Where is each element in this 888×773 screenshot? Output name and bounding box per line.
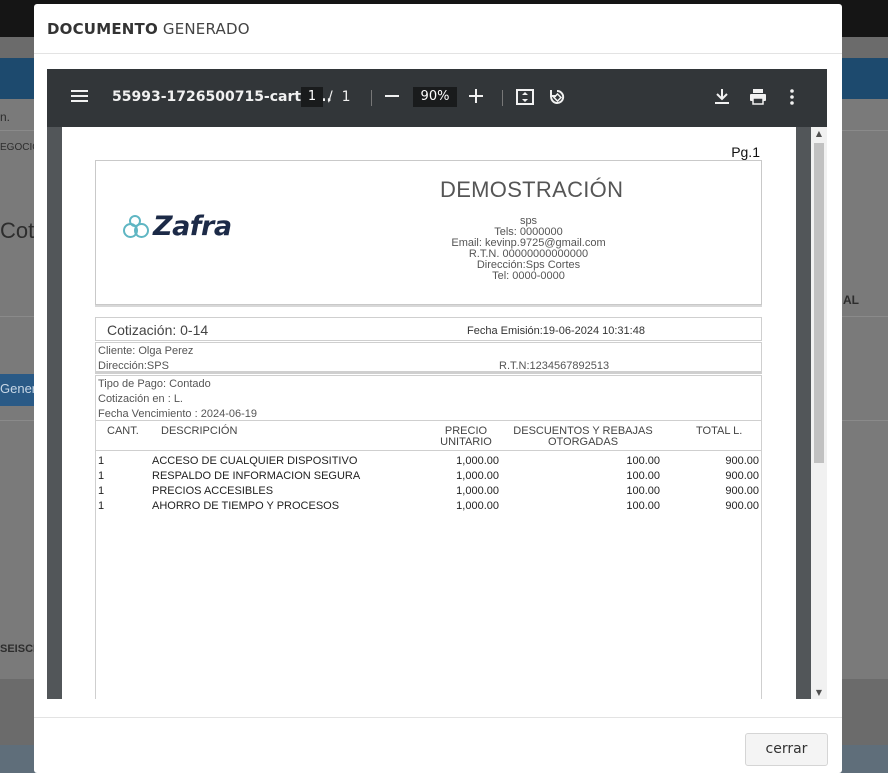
print-icon[interactable] [749, 88, 767, 111]
company-info: sps Tels: 0000000 Email: kevinp.9725@gma… [386, 216, 671, 282]
client-name: Cliente: Olga Perez [98, 345, 194, 357]
client-address: Dirección:SPS [98, 360, 169, 372]
quote-title-box: Cotización: 0-14 Fecha Emisión:19-06-202… [95, 317, 762, 341]
emission-date: Fecha Emisión:19-06-2024 10:31:48 [467, 325, 645, 337]
quote-number: Cotización: 0-14 [107, 322, 209, 338]
column-qty: CANT. [107, 425, 139, 437]
pdf-toolbar: 55993-1726500715-carta.... 1 / 1 90% [47, 69, 827, 127]
column-unit-price: PRECIO UNITARIO [440, 425, 492, 448]
logo-text: Zafra [153, 211, 232, 242]
download-icon[interactable] [714, 88, 730, 111]
company-name: DEMOSTRACIÓN [440, 177, 624, 202]
page-separator: / [328, 89, 333, 105]
logo-rings-icon [123, 214, 151, 240]
rotate-icon[interactable] [548, 88, 566, 111]
company-logo: Zafra [123, 211, 232, 242]
page-total-value: 1 [341, 89, 351, 105]
close-button[interactable]: cerrar [745, 733, 828, 766]
modal-footer: cerrar [34, 717, 842, 773]
page-label: Pg.1 [731, 144, 760, 160]
quote-currency: Cotización en : L. [98, 393, 183, 405]
zoom-level[interactable]: 90% [413, 87, 457, 107]
scroll-down-icon[interactable]: ▼ [811, 688, 827, 697]
client-box: Cliente: Olga Perez Dirección:SPS R.T.N:… [95, 342, 762, 374]
toolbar-divider [502, 90, 503, 106]
background-text: n. [0, 110, 11, 124]
zoom-out-icon[interactable] [385, 88, 399, 109]
company-header-box: Zafra DEMOSTRACIÓN sps Tels: 0000000 Ema… [95, 160, 762, 305]
client-rtn: R.T.N:1234567892513 [499, 360, 610, 372]
zoom-in-icon[interactable] [469, 88, 483, 109]
toolbar-divider [371, 90, 372, 106]
items-table: CANT. DESCRIPCIÓN PRECIO UNITARIO DESCUEN… [95, 421, 762, 699]
page-total: / 1 [328, 89, 351, 105]
modal-title: DOCUMENTO GENERADO [34, 4, 842, 54]
due-date: Fecha Vencimiento : 2024-06-19 [98, 408, 257, 420]
payment-type: Tipo de Pago: Contado [98, 378, 211, 390]
document-modal: DOCUMENTO GENERADO 55993-1726500715-cart… [34, 4, 842, 773]
scrollbar-thumb[interactable] [814, 143, 824, 463]
page-number-input[interactable]: 1 [301, 87, 323, 107]
company-info-line: Tel: 0000-0000 [492, 270, 565, 282]
more-options-icon[interactable] [789, 88, 795, 111]
table-header: CANT. DESCRIPCIÓN PRECIO UNITARIO DESCUEN… [96, 421, 761, 451]
background-text: SEISCI [0, 643, 37, 655]
column-total: TOTAL L. [696, 425, 743, 437]
pdf-filename: 55993-1726500715-carta.... [112, 89, 332, 105]
modal-title-light: GENERADO [162, 20, 250, 38]
background-text: AL [843, 293, 859, 307]
payment-box: Tipo de Pago: Contado Cotización en : L.… [95, 375, 762, 421]
column-discount: DESCUENTOS Y REBAJAS OTORGADAS [513, 425, 653, 448]
fit-to-page-icon[interactable] [516, 88, 534, 111]
pdf-scrollbar[interactable]: ▲ ▼ [811, 127, 827, 699]
pdf-page: Pg.1 Zafra DEMOSTRACIÓN sps Tels: 000000 [62, 127, 796, 699]
menu-icon[interactable] [71, 88, 89, 109]
column-description: DESCRIPCIÓN [161, 425, 238, 437]
scroll-up-icon[interactable]: ▲ [811, 129, 827, 138]
pdf-content-area[interactable]: Pg.1 Zafra DEMOSTRACIÓN sps Tels: 000000 [47, 127, 827, 699]
pdf-viewer: 55993-1726500715-carta.... 1 / 1 90% Pg.… [47, 69, 827, 699]
modal-title-bold: DOCUMENTO [47, 20, 158, 38]
